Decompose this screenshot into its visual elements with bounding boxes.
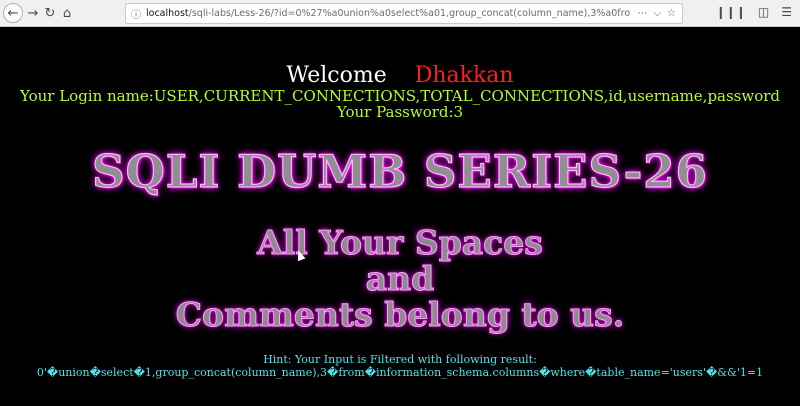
hint-result: 0'�union�select�1,group_concat(column_na…	[36, 366, 764, 379]
library-icon[interactable]: ❙❙❙	[716, 5, 746, 19]
pocket-icon[interactable]: ⌵	[653, 8, 661, 19]
url-text[interactable]: localhost/sqli-labs/Less-26/?id=0%27%a0u…	[146, 8, 631, 19]
back-icon: ←	[7, 5, 19, 21]
more-icon[interactable]: ⋯	[637, 8, 647, 19]
hint-label: Hint: Your Input is Filtered with follow…	[263, 353, 537, 366]
series-title-banner: SQLI DUMB SERIES-26	[91, 144, 708, 198]
url-host: localhost	[146, 8, 189, 19]
tagline-banner: All Your Spaces and Comments belong to u…	[0, 223, 800, 334]
info-icon[interactable]: ⓘ	[126, 6, 146, 21]
bookmark-star-icon[interactable]: ☆	[667, 8, 676, 19]
page-content: Welcome Dhakkan Your Login name:USER,CURR…	[0, 27, 800, 406]
reload-icon: ↻	[44, 5, 56, 21]
password-text: Your Password:3	[336, 103, 464, 121]
back-button[interactable]: ←	[3, 3, 23, 23]
tagline-line-3: Comments belong to us.	[175, 295, 625, 334]
menu-icon[interactable]: ☰	[781, 5, 792, 19]
welcome-name: Dhakkan	[414, 63, 514, 88]
home-icon: ⌂	[62, 5, 72, 21]
forward-button[interactable]: →	[24, 4, 42, 22]
sidebar-icon[interactable]: ◫	[758, 5, 769, 19]
welcome-heading: Welcome Dhakkan	[0, 63, 800, 88]
forward-icon: →	[27, 5, 39, 21]
tagline-line-1: All Your Spaces	[257, 223, 544, 262]
welcome-word: Welcome	[286, 63, 387, 88]
reload-button[interactable]: ↻	[41, 4, 59, 22]
home-button[interactable]: ⌂	[58, 4, 76, 22]
login-name-text: Your Login name:USER,CURRENT_CONNECTIONS…	[19, 87, 781, 105]
url-bar[interactable]: ⓘ localhost/sqli-labs/Less-26/?id=0%27%a…	[125, 3, 683, 24]
tagline-line-2: and	[365, 259, 435, 298]
browser-toolbar: ← → ↻ ⌂ ⓘ localhost/sqli-labs/Less-26/?i…	[0, 0, 800, 27]
url-path: /sqli-labs/Less-26/?id=0%27%a0union%a0se…	[188, 8, 632, 19]
